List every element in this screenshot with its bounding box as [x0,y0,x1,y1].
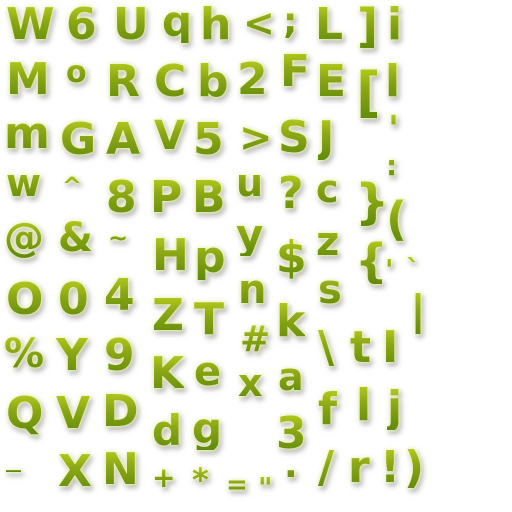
glyph: g [192,404,223,453]
glyph: Q [6,388,44,439]
glyph: U [113,0,149,50]
glyph: k [276,296,306,347]
glyph: Y [56,330,88,381]
glyph: l [385,56,401,107]
glyph: ' [388,109,400,150]
glyph: y [236,210,264,259]
glyph: ! [380,442,401,493]
glyph: c [316,167,339,211]
glyph: ( [386,192,408,246]
glyph: | [410,286,427,337]
glyph: 5 [193,114,224,165]
glyph: h [200,0,232,50]
glyph: a [278,355,304,399]
glyph: r [348,442,370,493]
glyph: l [356,380,372,431]
glyph: L [315,0,344,50]
glyph: s [318,267,342,313]
glyph: 2 [237,54,268,105]
glyph: . [284,445,298,486]
glyph: z [316,219,340,265]
glyph: M [6,54,50,105]
glyph: p [194,232,226,283]
glyph: 8 [106,172,137,223]
glyph: j [387,382,403,433]
glyph: C [154,56,187,107]
glyph: + [152,461,176,494]
glyph: n [238,267,267,313]
glyph: & [58,215,93,261]
glyph: ] [357,0,379,53]
glyph: d [152,406,183,455]
glyph: 6 [66,0,97,50]
glyph: ? [278,168,304,219]
glyph: S [278,112,310,163]
glyph: O [6,274,44,325]
glyph: I [382,322,399,373]
glyph: i [387,0,403,50]
glyph: f [318,384,338,435]
glyph: > [239,115,273,161]
glyph: * [192,461,209,499]
glyph-atlas: W 6 U q h < ; L ] i M o R C b 2 F E [ l … [0,0,512,512]
glyph: G [60,114,97,165]
glyph: w [6,161,42,205]
glyph: = [226,470,248,500]
glyph: 0 [58,274,89,325]
glyph: q [162,0,193,46]
glyph: e [194,349,222,395]
glyph: @ [4,215,44,261]
glyph: T [194,294,225,345]
glyph: A [106,114,141,165]
glyph: B [192,172,226,223]
glyph: ^ [62,172,83,200]
glyph: $ [276,232,307,283]
glyph: ; [283,1,298,42]
glyph: t [350,322,372,373]
glyph: u [236,161,264,205]
glyph: ` [406,253,420,286]
glyph: Z [152,290,184,341]
glyph: 9 [104,330,135,381]
glyph: " [258,471,273,504]
glyph: x [238,361,263,405]
glyph: } [355,174,390,230]
glyph: [ [356,61,381,124]
glyph: ) [404,442,425,493]
glyph: F [280,46,311,97]
glyph: / [318,442,335,493]
glyph: D [102,386,139,437]
glyph: _ [6,439,21,474]
glyph: o [66,55,87,90]
glyph: K [150,348,185,399]
glyph: b [197,56,229,107]
glyph: V [154,113,185,159]
glyph: P [150,172,183,223]
glyph: V [56,388,91,439]
glyph: { [355,234,388,288]
glyph: < [243,1,275,45]
glyph: ~ [108,224,129,252]
glyph: ' [385,253,394,286]
glyph: X [58,446,92,497]
glyph: 4 [104,270,135,321]
glyph: \ [318,322,335,373]
glyph: R [106,56,140,107]
glyph: N [102,444,139,495]
glyph: # [240,319,271,360]
glyph: W [6,0,55,50]
glyph: : [386,149,398,182]
glyph: m [4,108,50,159]
glyph: % [4,331,45,377]
glyph: J [318,112,335,163]
glyph: E [316,56,347,107]
glyph: H [152,230,189,281]
